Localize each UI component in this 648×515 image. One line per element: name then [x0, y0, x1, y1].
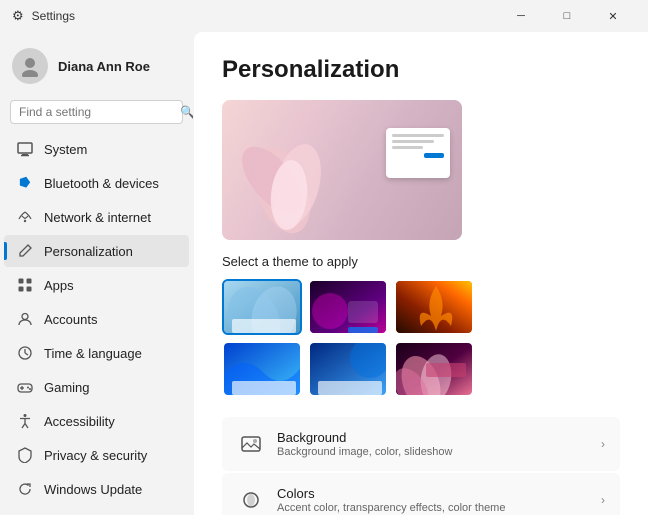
bluetooth-icon: ⭓ — [16, 174, 34, 192]
search-box[interactable]: 🔍 — [10, 100, 183, 124]
theme-fire-img — [396, 281, 472, 333]
personalization-label: Personalization — [44, 244, 133, 259]
titlebar: ⚙ Settings ─ □ ✕ — [0, 0, 648, 32]
time-label: Time & language — [44, 346, 142, 361]
system-label: System — [44, 142, 87, 157]
avatar — [12, 48, 48, 84]
preview-dialog — [386, 128, 450, 178]
accessibility-icon — [16, 412, 34, 430]
minimize-button[interactable]: ─ — [498, 0, 544, 32]
search-icon: 🔍 — [180, 105, 193, 119]
colors-chevron: › — [601, 493, 605, 507]
dialog-button — [424, 153, 444, 158]
sidebar-item-network[interactable]: Network & internet — [4, 201, 189, 233]
page-title: Personalization — [222, 56, 620, 84]
preview-flowers-svg — [227, 110, 347, 240]
network-icon — [16, 208, 34, 226]
theme-item-flowers-pink[interactable] — [394, 341, 474, 397]
theme-blue-abstract-img — [224, 281, 300, 333]
theme-preview — [222, 100, 462, 240]
settings-row-background[interactable]: Background Background image, color, slid… — [222, 417, 620, 471]
background-title: Background — [277, 430, 601, 445]
sidebar-item-privacy[interactable]: Privacy & security — [4, 439, 189, 471]
background-icon — [237, 430, 265, 458]
apps-label: Apps — [44, 278, 74, 293]
time-icon — [16, 344, 34, 362]
sidebar-item-accounts[interactable]: Accounts — [4, 303, 189, 335]
colors-icon — [237, 486, 265, 514]
theme-pink-neon-img — [310, 281, 386, 333]
settings-row-colors[interactable]: Colors Accent color, transparency effect… — [222, 473, 620, 515]
privacy-icon — [16, 446, 34, 464]
accounts-icon — [16, 310, 34, 328]
sidebar-item-personalization[interactable]: Personalization — [4, 235, 189, 267]
privacy-label: Privacy & security — [44, 448, 147, 463]
preview-wallpaper — [222, 100, 462, 240]
background-text: Background Background image, color, slid… — [277, 430, 601, 458]
network-label: Network & internet — [44, 210, 151, 225]
search-input[interactable] — [19, 105, 174, 119]
titlebar-title: Settings — [32, 9, 75, 23]
accounts-label: Accounts — [44, 312, 97, 327]
gaming-label: Gaming — [44, 380, 90, 395]
titlebar-controls: ─ □ ✕ — [498, 0, 636, 32]
dialog-line-1 — [392, 134, 444, 137]
user-section[interactable]: Diana Ann Roe — [0, 40, 193, 96]
sidebar-item-windows-update[interactable]: Windows Update — [4, 473, 189, 505]
theme-item-blue2[interactable] — [222, 341, 302, 397]
theme-item-pink-neon[interactable] — [308, 279, 388, 335]
themes-grid — [222, 279, 620, 397]
gaming-icon — [16, 378, 34, 396]
system-icon — [16, 140, 34, 158]
dialog-line-2 — [392, 140, 434, 143]
main-area: Diana Ann Roe 🔍 System ⭓ Bluetooth & dev… — [0, 32, 648, 515]
windows-update-icon — [16, 480, 34, 498]
accessibility-label: Accessibility — [44, 414, 115, 429]
apps-icon — [16, 276, 34, 294]
theme-flowers-pink-img — [396, 343, 472, 395]
sidebar-item-time[interactable]: Time & language — [4, 337, 189, 369]
maximize-button[interactable]: □ — [544, 0, 590, 32]
sidebar: Diana Ann Roe 🔍 System ⭓ Bluetooth & dev… — [0, 32, 193, 515]
background-subtitle: Background image, color, slideshow — [277, 446, 601, 458]
theme-item-fire[interactable] — [394, 279, 474, 335]
theme-item-blue[interactable] — [222, 279, 302, 335]
theme-blue3-img — [310, 343, 386, 395]
theme-item-blue3[interactable] — [308, 341, 388, 397]
sidebar-item-apps[interactable]: Apps — [4, 269, 189, 301]
close-button[interactable]: ✕ — [590, 0, 636, 32]
dialog-line-3 — [392, 146, 423, 149]
sidebar-item-accessibility[interactable]: Accessibility — [4, 405, 189, 437]
personalization-icon — [16, 242, 34, 260]
sidebar-item-gaming[interactable]: Gaming — [4, 371, 189, 403]
content-area: Personalization — [194, 32, 648, 515]
sidebar-item-bluetooth[interactable]: ⭓ Bluetooth & devices — [4, 167, 189, 199]
settings-list: Background Background image, color, slid… — [222, 417, 620, 515]
colors-title: Colors — [277, 486, 601, 501]
active-indicator — [4, 242, 7, 260]
background-chevron: › — [601, 437, 605, 451]
colors-subtitle: Accent color, transparency effects, colo… — [277, 502, 601, 514]
sidebar-item-system[interactable]: System — [4, 133, 189, 165]
settings-icon: ⚙ — [12, 8, 24, 24]
titlebar-left: ⚙ Settings — [12, 8, 75, 24]
colors-text: Colors Accent color, transparency effect… — [277, 486, 601, 514]
themes-select-label: Select a theme to apply — [222, 254, 620, 269]
user-name: Diana Ann Roe — [58, 59, 150, 74]
bluetooth-label: Bluetooth & devices — [44, 176, 159, 191]
theme-blue2-img — [224, 343, 300, 395]
windows-update-label: Windows Update — [44, 482, 142, 497]
